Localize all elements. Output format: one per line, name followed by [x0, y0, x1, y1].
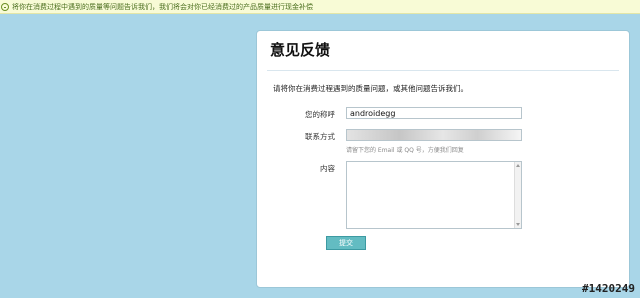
name-input[interactable] — [346, 107, 522, 119]
notice-bar: 将你在消费过程中遇到的质量等问题告诉我们，我们将会对你已经消费过的产品质量进行现… — [0, 0, 640, 14]
contact-hint: 请留下您的 Email 或 QQ 号，方便我们回复 — [346, 147, 464, 154]
page-title: 意见反馈 — [270, 41, 331, 59]
title-divider — [267, 70, 619, 71]
textarea-scrollbar[interactable] — [514, 162, 521, 228]
name-label: 您的称呼 — [305, 110, 335, 119]
feedback-intro: 请将你在消费过程遇到的质量问题，或其他问题告诉我们。 — [273, 84, 468, 93]
watermark: #1420249 — [582, 282, 635, 295]
contact-input[interactable] — [346, 129, 522, 141]
minus-circle-icon — [1, 2, 9, 11]
content-textarea[interactable] — [346, 161, 522, 229]
content-label: 内容 — [320, 164, 335, 173]
scroll-down-arrow-icon[interactable] — [516, 223, 520, 226]
submit-button[interactable]: 提交 — [326, 236, 366, 250]
notice-text: 将你在消费过程中遇到的质量等问题告诉我们，我们将会对你已经消费过的产品质量进行现… — [12, 2, 313, 11]
contact-label: 联系方式 — [305, 132, 335, 141]
scroll-up-arrow-icon[interactable] — [516, 164, 520, 167]
feedback-panel: 意见反馈 请将你在消费过程遇到的质量问题，或其他问题告诉我们。 — [256, 30, 630, 288]
